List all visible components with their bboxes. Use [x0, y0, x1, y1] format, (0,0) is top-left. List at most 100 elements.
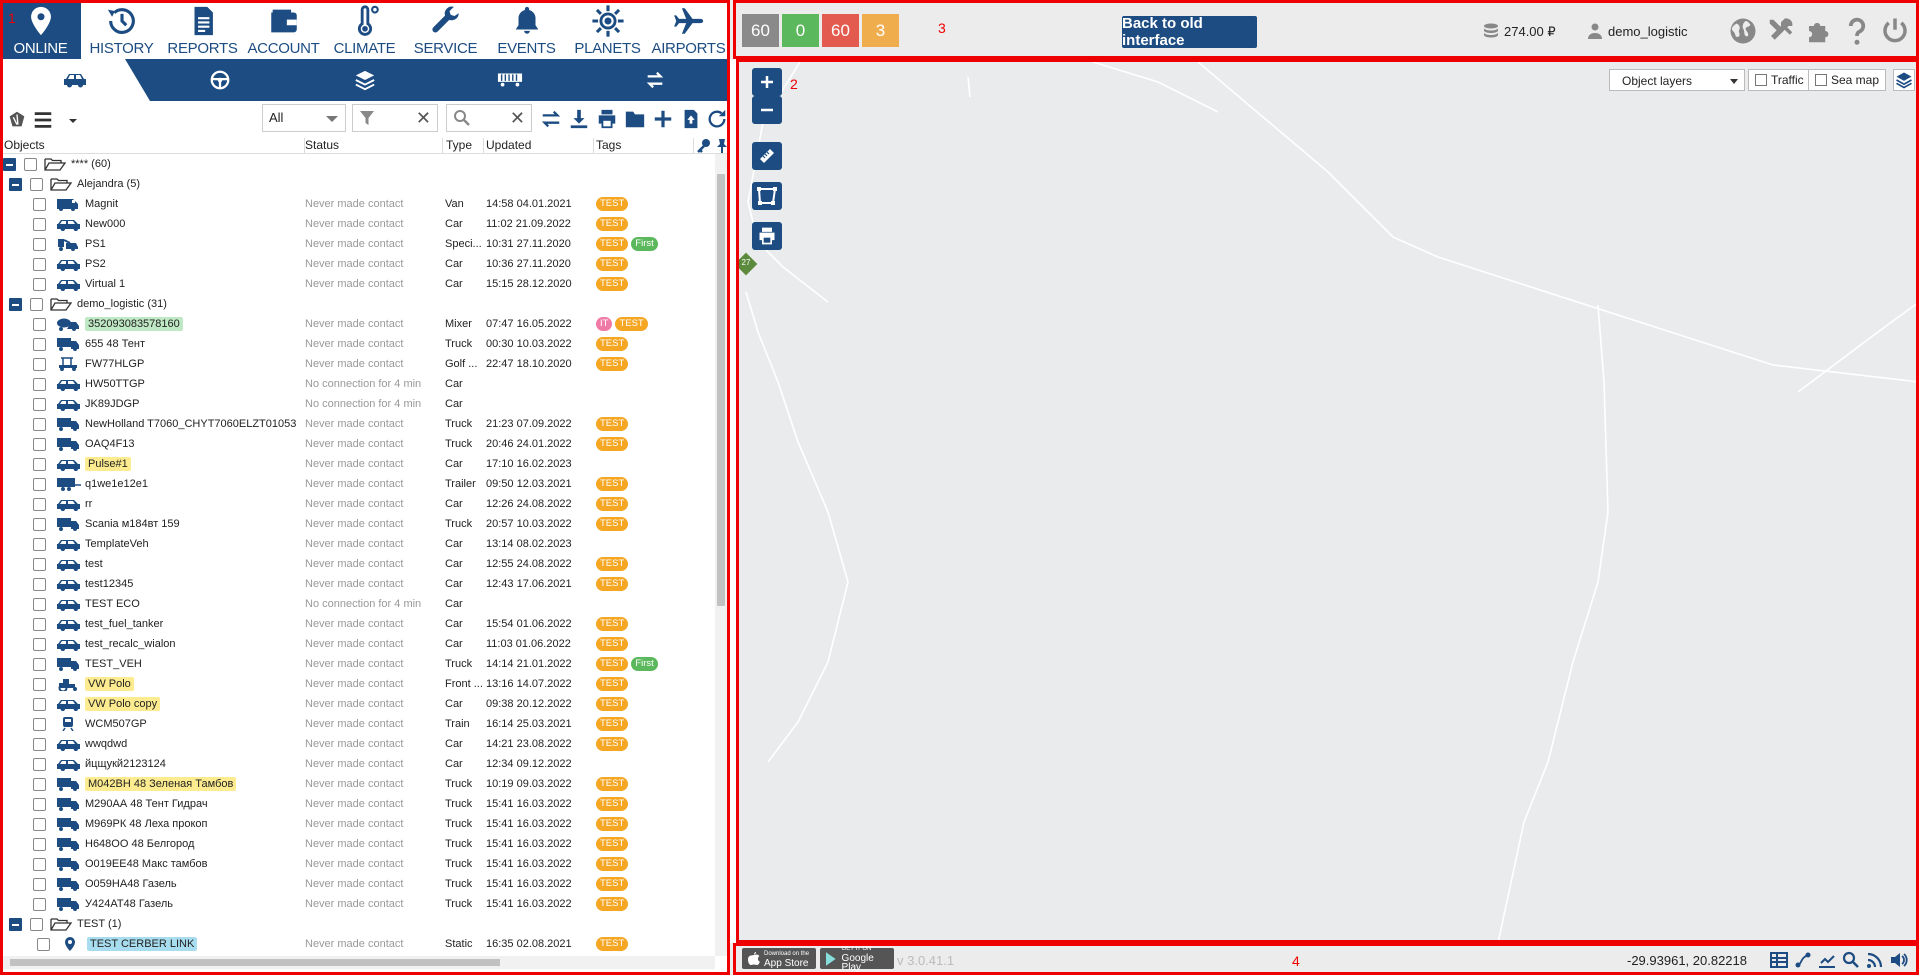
- object-name[interactable]: test: [85, 558, 103, 570]
- table-row[interactable]: test_fuel_tanker Never made contact Car 15:…: [0, 614, 715, 634]
- scrollbar-thumb[interactable]: [717, 174, 725, 606]
- object-name[interactable]: 352093083578160: [85, 317, 183, 331]
- pin-column-icon[interactable]: [716, 138, 728, 154]
- sound-icon[interactable]: [1890, 951, 1908, 969]
- ruler-button[interactable]: [752, 142, 782, 170]
- row-checkbox[interactable]: [33, 558, 46, 571]
- object-name[interactable]: PS1: [85, 238, 106, 250]
- row-checkbox[interactable]: [33, 898, 46, 911]
- table-row[interactable]: PS2 Never made contact Car 10:36 27.11.2020…: [0, 254, 715, 274]
- table-row[interactable]: q1we1e12e1 Never made contact Trailer 09:50…: [0, 474, 715, 494]
- tab-vehicles[interactable]: [40, 59, 110, 101]
- traffic-toggle[interactable]: Traffic: [1748, 69, 1811, 91]
- tag-test[interactable]: TEST: [596, 877, 629, 891]
- table-row[interactable]: 352093083578160 Never made contact Mixer 07…: [0, 314, 715, 334]
- nav-account[interactable]: ACCOUNT: [243, 0, 324, 59]
- table-row[interactable]: О059НА48 Газель Never made contact Truck 15…: [0, 874, 715, 894]
- object-name[interactable]: HW50TTGP: [85, 378, 145, 390]
- row-checkbox[interactable]: [33, 798, 46, 811]
- object-name[interactable]: VW Polo copy: [85, 697, 161, 711]
- plus-icon[interactable]: [652, 108, 674, 130]
- row-checkbox[interactable]: [33, 378, 46, 391]
- tag-test[interactable]: TEST: [596, 797, 629, 811]
- tag-test[interactable]: TEST: [596, 737, 629, 751]
- row-checkbox[interactable]: [33, 238, 46, 251]
- row-checkbox[interactable]: [33, 598, 46, 611]
- sea-map-toggle[interactable]: Sea map: [1808, 69, 1887, 91]
- back-to-old-interface-button[interactable]: Back to old interface: [1122, 15, 1257, 49]
- tag-test[interactable]: TEST: [596, 937, 629, 951]
- chevron-down-icon[interactable]: [62, 109, 77, 131]
- tab-drivers[interactable]: [185, 59, 255, 101]
- object-name[interactable]: test12345: [85, 578, 133, 590]
- object-name[interactable]: 655 48 Тент: [85, 338, 145, 350]
- tag-test[interactable]: TEST: [596, 777, 629, 791]
- table-row[interactable]: VW Polo copy Never made contact Car 09:38 2…: [0, 694, 715, 714]
- polygon-button[interactable]: [752, 182, 782, 210]
- object-name[interactable]: test_fuel_tanker: [85, 618, 163, 630]
- object-name[interactable]: У424АТ48 Газель: [85, 898, 173, 910]
- col-objects[interactable]: Objects: [0, 138, 305, 154]
- row-checkbox[interactable]: [33, 638, 46, 651]
- hand-icon[interactable]: [6, 109, 28, 131]
- row-checkbox[interactable]: [33, 538, 46, 551]
- tab-exchange[interactable]: [620, 59, 690, 101]
- route-icon[interactable]: [1794, 951, 1812, 969]
- rss-icon[interactable]: [1866, 951, 1884, 969]
- vertical-scrollbar[interactable]: [715, 154, 727, 956]
- object-name[interactable]: wwqdwd: [85, 738, 127, 750]
- table-row[interactable]: test_recalc_wialon Never made contact Car 1…: [0, 634, 715, 654]
- col-updated[interactable]: Updated: [482, 138, 594, 154]
- power-icon[interactable]: [1880, 16, 1910, 46]
- zoom-out-button[interactable]: [752, 96, 782, 124]
- panel-toggle-icon[interactable]: [738, 482, 739, 492]
- tag-test[interactable]: TEST: [596, 277, 629, 291]
- folder-icon[interactable]: [624, 108, 646, 130]
- object-name[interactable]: q1we1e12e1: [85, 478, 148, 490]
- table-row[interactable]: wwqdwd Never made contact Car 14:21 23.08.2…: [0, 734, 715, 754]
- tag-test[interactable]: TEST: [596, 677, 629, 691]
- tab-trains[interactable]: [475, 59, 545, 101]
- tag-test[interactable]: TEST: [596, 897, 629, 911]
- table-row[interactable]: PS1 Never made contact Speci... 10:31 27.11…: [0, 234, 715, 254]
- collapse-icon[interactable]: [9, 178, 22, 191]
- zoom-in-button[interactable]: [752, 68, 782, 96]
- object-name[interactable]: OAQ4F13: [85, 438, 135, 450]
- tag-test[interactable]: TEST: [596, 557, 629, 571]
- object-name[interactable]: М290АА 48 Тент Гидрач: [85, 798, 208, 810]
- row-checkbox[interactable]: [33, 398, 46, 411]
- stats-icon[interactable]: [1818, 951, 1836, 969]
- nav-history[interactable]: HISTORY: [81, 0, 162, 59]
- row-checkbox[interactable]: [33, 338, 46, 351]
- tag-test[interactable]: TEST: [596, 477, 629, 491]
- globe-icon[interactable]: [1728, 16, 1758, 46]
- object-name[interactable]: Magnit: [85, 198, 118, 210]
- nav-airports[interactable]: AIRPORTS: [648, 0, 729, 59]
- row-checkbox[interactable]: [33, 278, 46, 291]
- row-checkbox[interactable]: [33, 198, 46, 211]
- row-checkbox[interactable]: [37, 938, 50, 951]
- tag-test[interactable]: TEST: [615, 317, 648, 331]
- table-row[interactable]: WCM507GP Never made contact Train 16:14 25.…: [0, 714, 715, 734]
- row-checkbox[interactable]: [33, 838, 46, 851]
- object-name[interactable]: JK89JDGP: [85, 398, 139, 410]
- row-checkbox[interactable]: [33, 818, 46, 831]
- tag-test[interactable]: TEST: [596, 437, 629, 451]
- key-icon[interactable]: [696, 138, 712, 154]
- row-checkbox[interactable]: [33, 318, 46, 331]
- table-row[interactable]: TEST CERBER LINK Never made contact Static…: [0, 934, 715, 954]
- map-print-button[interactable]: [752, 222, 782, 250]
- tree-group-row[interactable]: Alejandra (5): [0, 174, 715, 194]
- table-row[interactable]: TemplateVeh Never made contact Car 13:14 08…: [0, 534, 715, 554]
- tag-test[interactable]: TEST: [596, 357, 629, 371]
- tag-test[interactable]: TEST: [596, 517, 629, 531]
- clear-icon[interactable]: ✕: [510, 108, 525, 129]
- row-checkbox[interactable]: [33, 778, 46, 791]
- map-canvas[interactable]: 27 Object layers Traffic Sea map: [738, 62, 1919, 943]
- tag-first[interactable]: First: [631, 657, 658, 671]
- row-checkbox[interactable]: [33, 518, 46, 531]
- object-name[interactable]: VW Polo: [85, 677, 134, 691]
- table-row[interactable]: VW Polo Never made contact Front ... 13:16 …: [0, 674, 715, 694]
- scrollbar-thumb[interactable]: [10, 959, 500, 966]
- table-row[interactable]: Scania м184вт 159 Never made contact Truck…: [0, 514, 715, 534]
